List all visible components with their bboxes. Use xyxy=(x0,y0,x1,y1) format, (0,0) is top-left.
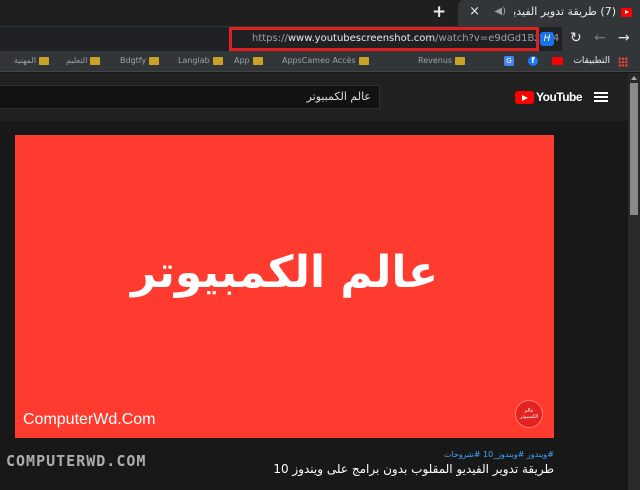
bookmark-label: التعليم xyxy=(66,56,88,65)
youtube-play-icon xyxy=(515,91,534,104)
folder-icon xyxy=(455,56,466,65)
forward-arrow-icon[interactable]: ← xyxy=(594,30,606,46)
bookmark-label: App xyxy=(234,56,250,65)
bookmark-label: AppsCameo Accès xyxy=(282,56,356,65)
video-player[interactable]: عالم الكمبيوتر ComputerWd.Com عالم الكمب… xyxy=(15,135,554,438)
scroll-thumb[interactable] xyxy=(630,83,638,215)
video-title: طريقة تدوير الفيديو المقلوب بدون برامج ع… xyxy=(273,462,554,476)
speaker-icon[interactable]: ◀) xyxy=(494,6,506,17)
bookmark-item[interactable]: Langlab xyxy=(178,56,223,68)
reload-icon[interactable]: ↻ xyxy=(570,30,582,46)
bookmarks-bar: التطبيقات f G Revenus AppsCameo Accès Ap… xyxy=(0,52,640,72)
url-highlight-box xyxy=(229,27,539,51)
browser-window: + × ◀) (7) طريقة تدوير الفيديو المقلوب h… xyxy=(0,0,640,490)
channel-badge: عالم الكمبيوتر xyxy=(515,400,543,428)
apps-grid-icon[interactable] xyxy=(618,57,628,67)
watermark: COMPUTERWD.COM xyxy=(6,452,147,470)
folder-icon xyxy=(149,56,160,65)
watch-page: عالم الكمبيوتر ComputerWd.Com عالم الكمب… xyxy=(0,121,628,490)
folder-icon xyxy=(90,56,101,65)
search-query: عالم الكمبيوتر xyxy=(306,90,371,103)
video-hashtags[interactable]: #ويندوز #ويندوز_10 #شروحات xyxy=(444,450,554,459)
bookmark-item[interactable]: AppsCameo Accès xyxy=(282,56,369,68)
folder-icon xyxy=(39,56,50,65)
bookmark-item[interactable]: App xyxy=(234,56,263,68)
bookmark-label: المهنية xyxy=(14,56,37,65)
bookmark-item[interactable]: Revenus xyxy=(418,56,466,68)
google-bookmark-icon[interactable]: G xyxy=(504,56,514,66)
youtube-header: عالم الكمبيوتر YouTube xyxy=(0,73,628,121)
folder-icon xyxy=(358,56,369,65)
new-tab-button[interactable]: + xyxy=(432,2,446,22)
extension-icon[interactable]: H xyxy=(540,32,554,46)
bookmark-label: Langlab xyxy=(178,56,210,65)
video-site-text: ComputerWd.Com xyxy=(23,411,156,428)
bookmark-item[interactable]: Bdgtfy xyxy=(120,56,160,68)
facebook-bookmark-icon[interactable]: f xyxy=(528,56,538,66)
bookmark-item[interactable]: التعليم xyxy=(66,56,101,68)
back-arrow-icon[interactable]: → xyxy=(618,30,630,46)
apps-bookmark[interactable]: التطبيقات xyxy=(573,56,610,66)
menu-icon[interactable] xyxy=(594,92,608,102)
youtube-bookmark-icon[interactable] xyxy=(552,57,563,65)
search-input[interactable]: عالم الكمبيوتر xyxy=(0,85,380,109)
tab-title: (7) طريقة تدوير الفيديو المقلوب xyxy=(514,5,616,18)
scroll-up-icon[interactable] xyxy=(631,76,637,80)
folder-icon xyxy=(252,56,263,65)
bookmark-item[interactable]: المهنية xyxy=(14,56,50,68)
tab-active-video[interactable]: × ◀) (7) طريقة تدوير الفيديو المقلوب xyxy=(458,0,640,26)
close-tab-icon[interactable]: × xyxy=(469,4,480,19)
folder-icon xyxy=(212,56,223,65)
youtube-favicon-icon xyxy=(621,8,632,17)
youtube-logo-text: YouTube xyxy=(536,90,583,104)
bookmark-label: Bdgtfy xyxy=(120,56,147,65)
page-scrollbar[interactable] xyxy=(628,73,640,490)
bookmark-label: Revenus xyxy=(418,56,453,65)
tab-strip: + × ◀) (7) طريقة تدوير الفيديو المقلوب xyxy=(0,0,640,26)
video-overlay-text: عالم الكمبيوتر xyxy=(130,247,438,298)
